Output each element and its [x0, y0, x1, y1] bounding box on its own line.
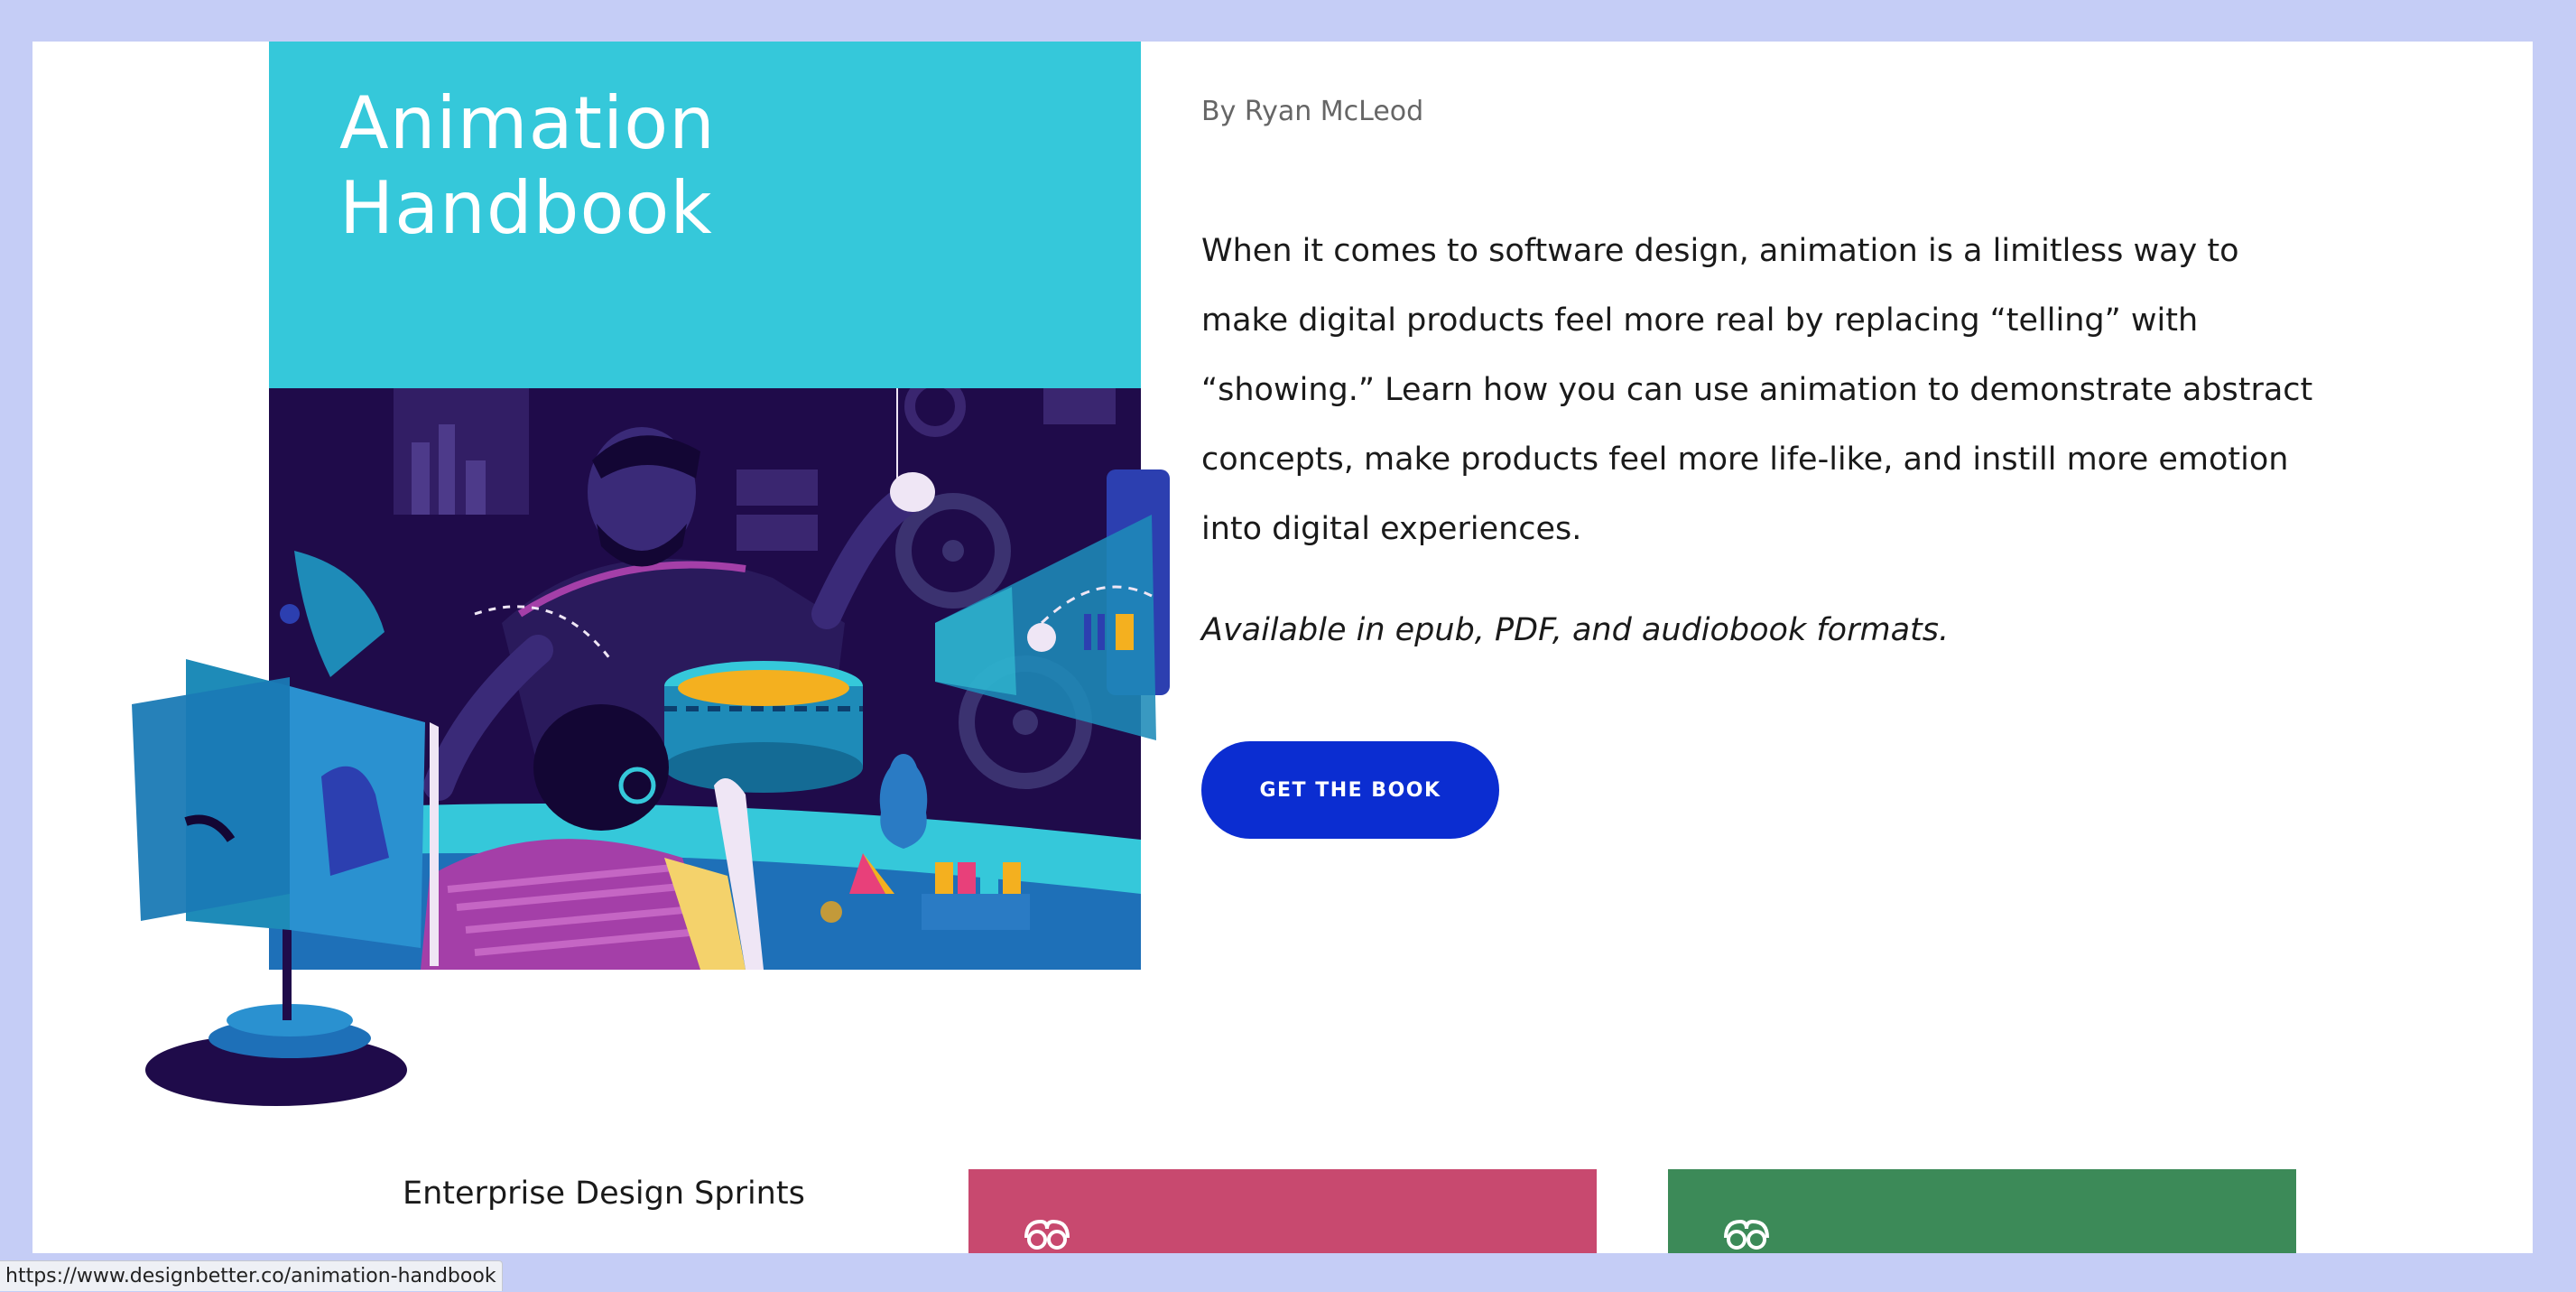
- cover-title-line-2: Handbook: [339, 166, 713, 250]
- page-viewport: Animation Handbook By Ryan McLeod When i…: [32, 42, 2533, 1253]
- related-card-pink[interactable]: [968, 1169, 1597, 1253]
- browser-status-url: https://www.designbetter.co/animation-ha…: [0, 1260, 503, 1291]
- related-card-green[interactable]: [1668, 1169, 2296, 1253]
- owl-icon: [1024, 1219, 1070, 1250]
- book-description: When it comes to software design, animat…: [1201, 233, 2313, 547]
- owl-icon: [1724, 1219, 1769, 1250]
- book-cover[interactable]: Animation Handbook: [132, 42, 1170, 1106]
- book-author: By Ryan McLeod: [1201, 96, 1424, 127]
- cover-title-panel: Animation Handbook: [269, 42, 1141, 388]
- cover-illustration: [132, 388, 1170, 1106]
- get-the-book-button[interactable]: GET THE BOOK: [1201, 741, 1499, 839]
- cover-title: Animation Handbook: [339, 81, 716, 251]
- book-formats: Available in epub, PDF, and audiobook fo…: [1201, 612, 1950, 648]
- cover-title-line-1: Animation: [339, 81, 716, 165]
- related-section-title: Enterprise Design Sprints: [403, 1176, 805, 1212]
